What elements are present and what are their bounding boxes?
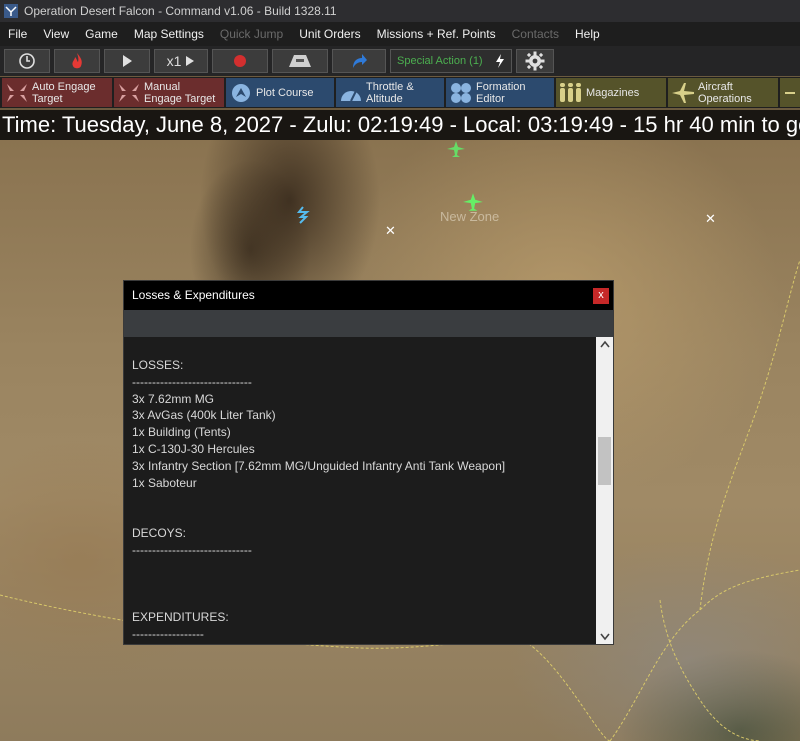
report-line: ------------------------------	[132, 542, 252, 557]
plot-course-icon	[226, 82, 256, 104]
close-button[interactable]: x	[593, 288, 609, 304]
redirect-arrow-icon	[353, 54, 367, 68]
losses-expenditures-dialog: Losses & Expenditures x LOSSES: --------…	[123, 280, 614, 645]
friendly-aircraft-icon[interactable]	[446, 140, 466, 163]
manual-engage-button[interactable]: Manual Engage Target	[114, 78, 224, 107]
formation-label: Formation	[476, 80, 526, 93]
gear-icon	[525, 51, 545, 71]
menu-bar: File View Game Map Settings Quick Jump U…	[0, 22, 800, 46]
formation-icon	[446, 82, 476, 104]
fire-button[interactable]	[54, 49, 100, 73]
action-toolbar: Auto Engage Target Manual Engage Target Pl…	[0, 77, 800, 108]
aircraft-ops-sublabel: Operations	[698, 92, 752, 105]
manual-engage-sublabel: Engage Target	[144, 92, 216, 105]
plot-course-button[interactable]: Plot Course	[226, 78, 334, 107]
special-action-button[interactable]: Special Action (1)	[390, 49, 512, 73]
magazines-icon	[556, 82, 586, 104]
report-line	[132, 575, 596, 592]
menu-contacts: Contacts	[511, 27, 559, 41]
report-line: LOSSES:	[132, 358, 184, 372]
menu-missions[interactable]: Missions + Ref. Points	[369, 27, 504, 41]
runway-icon	[289, 55, 311, 67]
formation-sublabel: Editor	[476, 92, 505, 105]
magazines-button[interactable]: Magazines	[556, 78, 666, 107]
window-titlebar: Operation Desert Falcon - Command v1.06 …	[0, 0, 800, 22]
report-line: 1x Building (Tents)	[132, 425, 231, 440]
lightning-icon	[496, 54, 504, 68]
record-icon	[234, 55, 246, 67]
magazines-label: Magazines	[586, 86, 640, 99]
report-text-area[interactable]: LOSSES: ------------------------------ 3…	[124, 337, 596, 644]
report-line: 3x AvGas (400k Liter Tank)	[132, 408, 276, 423]
report-line	[132, 508, 596, 525]
reference-point-marker[interactable]: ✕	[385, 223, 396, 239]
report-line: ------------------------------	[132, 374, 252, 389]
aircraft-icon	[668, 82, 698, 104]
record-button[interactable]	[212, 49, 268, 73]
window-title: Operation Desert Falcon - Command v1.06 …	[24, 4, 337, 18]
throttle-label: Throttle &	[366, 80, 414, 93]
play-button[interactable]	[104, 49, 150, 73]
menu-game[interactable]: Game	[77, 27, 126, 41]
play-icon	[186, 56, 195, 66]
throttle-altitude-button[interactable]: Throttle & Altitude	[336, 78, 444, 107]
flame-icon	[72, 53, 82, 69]
reference-point-marker[interactable]: ✕	[705, 211, 716, 227]
report-line: 3x Infantry Section [7.62mm MG/Unguided …	[132, 458, 506, 473]
special-action-label: Special Action (1)	[397, 55, 483, 67]
manual-engage-icon	[114, 82, 144, 104]
aircraft-ops-label: Aircraft	[698, 80, 733, 93]
play-icon	[123, 55, 132, 67]
report-line: 1x Saboteur	[132, 475, 197, 490]
facility-icon[interactable]	[296, 206, 310, 229]
throttle-sublabel: Altitude	[366, 92, 403, 105]
report-line	[132, 592, 596, 609]
dialog-title[interactable]: Losses & Expenditures	[124, 281, 613, 310]
report-line: DECOYS:	[132, 525, 187, 540]
runway-button[interactable]	[272, 49, 328, 73]
zone-label: New Zone	[440, 209, 500, 224]
vertical-scrollbar[interactable]	[596, 337, 613, 644]
time-status-bar: Time: Tuesday, June 8, 2027 - Zulu: 02:1…	[0, 110, 800, 140]
menu-unit-orders[interactable]: Unit Orders	[291, 27, 368, 41]
dialog-toolbar-strip	[124, 310, 613, 337]
plot-course-label: Plot Course	[256, 86, 314, 99]
menu-view[interactable]: View	[35, 27, 77, 41]
report-line	[132, 491, 596, 508]
auto-engage-icon	[2, 82, 32, 104]
formation-editor-button[interactable]: Formation Editor	[446, 78, 554, 107]
scroll-down-icon[interactable]	[596, 628, 613, 644]
redirect-button[interactable]	[332, 49, 386, 73]
menu-quick-jump: Quick Jump	[219, 27, 284, 41]
app-logo-icon	[4, 4, 18, 18]
time-compression-button[interactable]: x1	[154, 49, 208, 73]
settings-button[interactable]	[516, 49, 554, 73]
report-line: 3x 7.62mm MG	[132, 391, 215, 406]
menu-help[interactable]: Help	[567, 27, 608, 41]
auto-engage-label: Auto Engage	[32, 80, 96, 93]
scroll-thumb[interactable]	[598, 437, 611, 485]
report-line: 1x C-130J-30 Hercules	[132, 441, 255, 456]
clock-icon	[19, 53, 35, 69]
menu-file[interactable]: File	[0, 27, 35, 41]
clock-button[interactable]	[4, 49, 50, 73]
main-toolbar: x1 Special Action (1)	[0, 46, 800, 76]
speed-label: x1	[166, 53, 182, 69]
aircraft-operations-button[interactable]: Aircraft Operations	[668, 78, 778, 107]
auto-engage-button[interactable]: Auto Engage Target	[2, 78, 112, 107]
more-icon	[780, 86, 800, 100]
toolbar-overflow-button[interactable]	[780, 78, 800, 107]
scroll-up-icon[interactable]	[596, 337, 613, 353]
manual-engage-label: Manual	[144, 80, 181, 93]
report-line: ------------------	[132, 626, 204, 641]
menu-map-settings[interactable]: Map Settings	[126, 27, 212, 41]
report-line	[132, 559, 596, 576]
throttle-icon	[336, 83, 366, 103]
report-line: EXPENDITURES:	[132, 609, 229, 624]
auto-engage-sublabel: Target	[32, 92, 63, 105]
